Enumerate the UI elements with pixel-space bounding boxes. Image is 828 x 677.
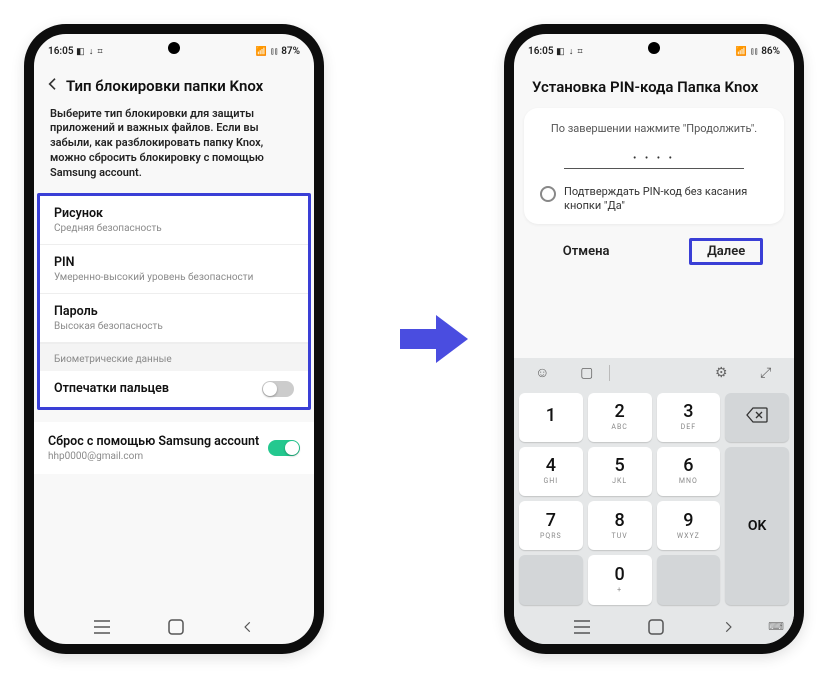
key-ok[interactable]: OK [725, 447, 789, 605]
reset-title: Сброс с помощью Samsung account [48, 434, 259, 449]
status-battery: 86% [761, 46, 780, 57]
option-password[interactable]: Пароль Высокая безопасность [40, 294, 308, 343]
nav-back-icon[interactable] [241, 620, 255, 634]
android-nav-bar [34, 610, 314, 644]
clipboard-icon[interactable]: ▢ [565, 365, 610, 381]
option-subtitle: Средняя безопасность [54, 223, 294, 234]
page-title: Установка PIN-кода Папка Knox [514, 66, 794, 102]
status-right-icons: 📶 ⫾⫾ [255, 47, 278, 57]
option-title: PIN [54, 255, 294, 270]
flow-arrow-icon [389, 309, 479, 369]
phone-left: 16:05 ◧ ↓ ⌗ 📶 ⫾⫾ 87% Тип блокировки папк… [24, 24, 324, 654]
nav-recent-icon[interactable] [573, 620, 591, 634]
cancel-button[interactable]: Отмена [545, 238, 628, 265]
reset-toggle[interactable] [268, 440, 300, 456]
option-subtitle: Высокая безопасность [54, 321, 294, 332]
settings-icon[interactable]: ⚙ [699, 365, 744, 381]
biometric-section-label: Биометрические данные [40, 343, 308, 371]
nav-recent-icon[interactable] [93, 620, 111, 634]
back-icon[interactable] [40, 76, 66, 97]
option-subtitle: Умеренно-высокий уровень безопасности [54, 272, 294, 283]
key-2[interactable]: 2ABC [588, 393, 652, 442]
numeric-keyboard: ☺ ▢ ⚙ ⤢ 1 2ABC 3DEF 4GHI 5JKL 6MNO OK [514, 358, 794, 610]
key-5[interactable]: 5JKL [588, 447, 652, 496]
status-right-icons: 📶 ⫾⫾ [735, 47, 758, 57]
status-left-icons: ◧ ↓ ⌗ [76, 47, 104, 57]
emoji-icon[interactable]: ☺ [520, 364, 565, 381]
confirm-text: Подтверждать PIN-код без касания кнопки … [564, 185, 768, 215]
key-6[interactable]: 6MNO [657, 447, 721, 496]
status-battery: 87% [281, 46, 300, 57]
key-4[interactable]: 4GHI [519, 447, 583, 496]
status-left-icons: ◧ ↓ ⌗ [556, 47, 584, 57]
pin-input[interactable]: • • • • [564, 153, 744, 169]
nav-back-icon[interactable] [721, 620, 735, 634]
key-backspace[interactable] [725, 393, 789, 442]
fingerprint-toggle[interactable] [262, 381, 294, 397]
keyboard-hide-icon[interactable]: ⌨ [768, 620, 784, 633]
key-1[interactable]: 1 [519, 393, 583, 442]
camera-notch [648, 42, 660, 54]
key-blank [657, 555, 721, 604]
highlight-lock-options: Рисунок Средняя безопасность PIN Умеренн… [37, 193, 311, 410]
fingerprint-row[interactable]: Отпечатки пальцев [40, 371, 308, 407]
key-8[interactable]: 8TUV [588, 501, 652, 550]
key-7[interactable]: 7PQRS [519, 501, 583, 550]
confirm-without-ok-row[interactable]: Подтверждать PIN-код без касания кнопки … [536, 185, 772, 215]
key-0[interactable]: 0+ [588, 555, 652, 604]
key-blank [519, 555, 583, 604]
option-pin[interactable]: PIN Умеренно-высокий уровень безопасност… [40, 245, 308, 294]
divider [609, 365, 610, 381]
page-title: Тип блокировки папки Knox [66, 77, 263, 95]
pin-hint: По завершении нажмите "Продолжить". [536, 122, 772, 135]
camera-notch [168, 42, 180, 54]
option-pattern[interactable]: Рисунок Средняя безопасность [40, 196, 308, 245]
reset-email: hhp0000@gmail.com [48, 451, 259, 462]
status-time: 16:05 [528, 46, 554, 57]
key-9[interactable]: 9WXYZ [657, 501, 721, 550]
phone-right: 16:05 ◧ ↓ ⌗ 📶 ⫾⫾ 86% Установка PIN-кода … [504, 24, 804, 654]
android-nav-bar: ⌨ [514, 610, 794, 644]
option-title: Рисунок [54, 206, 294, 221]
action-buttons: Отмена Далее [514, 230, 794, 269]
pin-card: По завершении нажмите "Продолжить". • • … [524, 108, 784, 225]
next-button[interactable]: Далее [689, 238, 763, 265]
page-description: Выберите тип блокировки для защиты прило… [34, 103, 314, 193]
samsung-account-reset-row[interactable]: Сброс с помощью Samsung account hhp0000@… [34, 422, 314, 474]
nav-home-icon[interactable] [648, 619, 664, 635]
option-title: Пароль [54, 304, 294, 319]
status-time: 16:05 [48, 46, 74, 57]
key-3[interactable]: 3DEF [657, 393, 721, 442]
expand-icon[interactable]: ⤢ [744, 365, 789, 381]
nav-home-icon[interactable] [168, 619, 184, 635]
keyboard-toolbar: ☺ ▢ ⚙ ⤢ [514, 358, 794, 388]
fingerprint-label: Отпечатки пальцев [54, 381, 169, 396]
radio-icon[interactable] [540, 186, 556, 202]
